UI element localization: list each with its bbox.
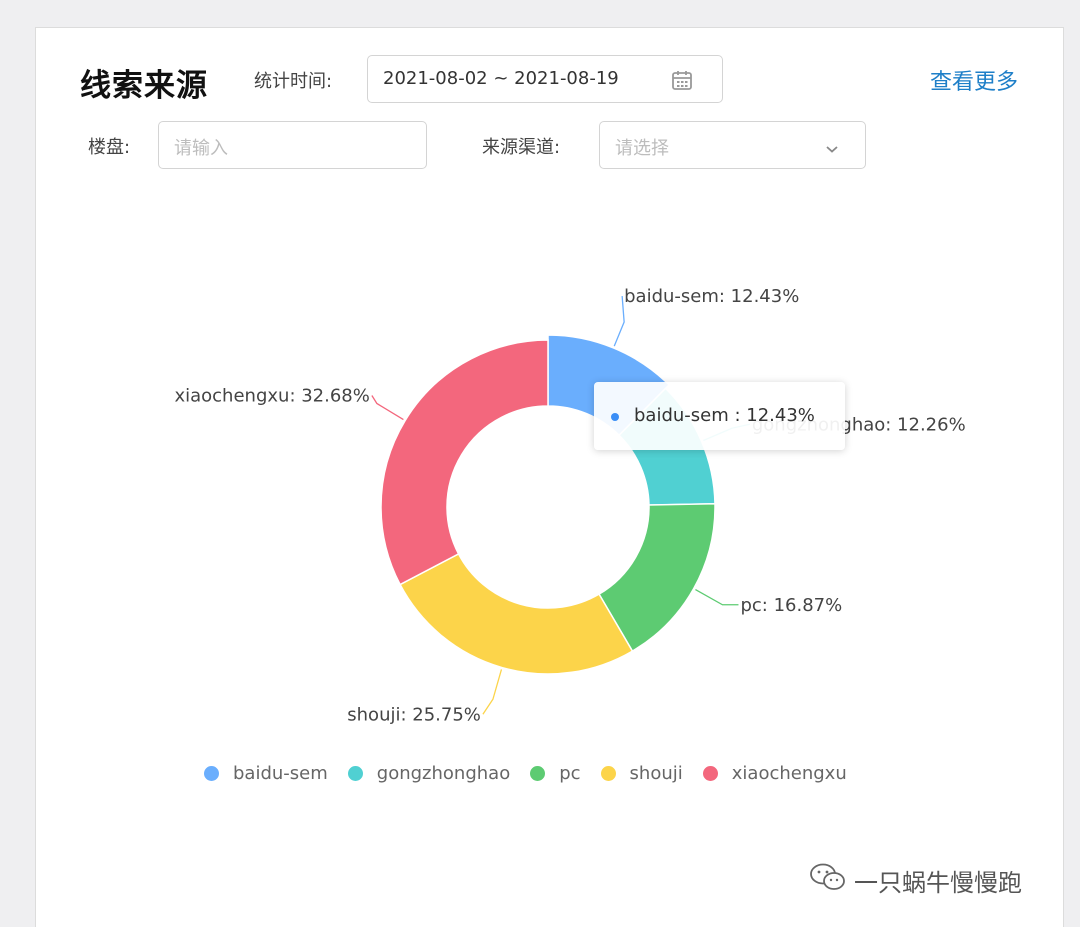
watermark: 一只蜗牛慢慢跑 xyxy=(808,862,1022,898)
legend-label: xiaochengxu xyxy=(731,762,847,784)
legend-item-xiaochengxu[interactable]: xiaochengxu xyxy=(702,762,847,784)
data-label-pc: pc: 16.87% xyxy=(740,595,842,616)
chart-legend: baidu-sem gongzhonghao pc shouji xiaochengxu xyxy=(204,760,867,786)
donut-chart[interactable]: baidu-sem: 12.43%gongzhonghao: 12.26%pc:… xyxy=(0,0,1080,927)
legend-label: baidu-sem xyxy=(233,762,328,784)
legend-item-pc[interactable]: pc xyxy=(530,762,581,784)
legend-label: gongzhonghao xyxy=(376,762,511,784)
legend-item-gongzhonghao[interactable]: gongzhonghao xyxy=(347,762,511,784)
label-line-xiaochengxu xyxy=(371,395,404,421)
data-label-xiaochengxu: xiaochengxu: 32.68% xyxy=(174,385,369,406)
legend-marker xyxy=(530,765,546,781)
data-label-baidu-sem: baidu-sem: 12.43% xyxy=(624,286,799,307)
tooltip-text: baidu-sem : 12.43% xyxy=(634,405,815,426)
slice-xiaochengxu[interactable] xyxy=(380,339,549,586)
legend-marker xyxy=(204,765,219,781)
legend-label: pc xyxy=(559,762,581,784)
label-line-baidu-sem xyxy=(613,296,625,347)
legend-marker xyxy=(347,765,363,781)
legend-item-baidu-sem[interactable]: baidu-sem xyxy=(204,763,328,784)
legend-label: shouji xyxy=(629,762,683,784)
slice-shouji[interactable] xyxy=(399,552,634,675)
data-label-shouji: shouji: 25.75% xyxy=(347,704,481,725)
label-line-pc xyxy=(695,589,739,606)
tooltip-marker xyxy=(611,413,619,421)
wechat-icon xyxy=(808,862,848,898)
legend-item-shouji[interactable]: shouji xyxy=(600,762,683,784)
label-line-shouji xyxy=(482,669,503,715)
legend-marker xyxy=(702,765,718,781)
chart-tooltip: baidu-sem : 12.43% xyxy=(594,382,845,450)
watermark-text: 一只蜗牛慢慢跑 xyxy=(854,868,1022,897)
legend-marker xyxy=(600,765,616,781)
